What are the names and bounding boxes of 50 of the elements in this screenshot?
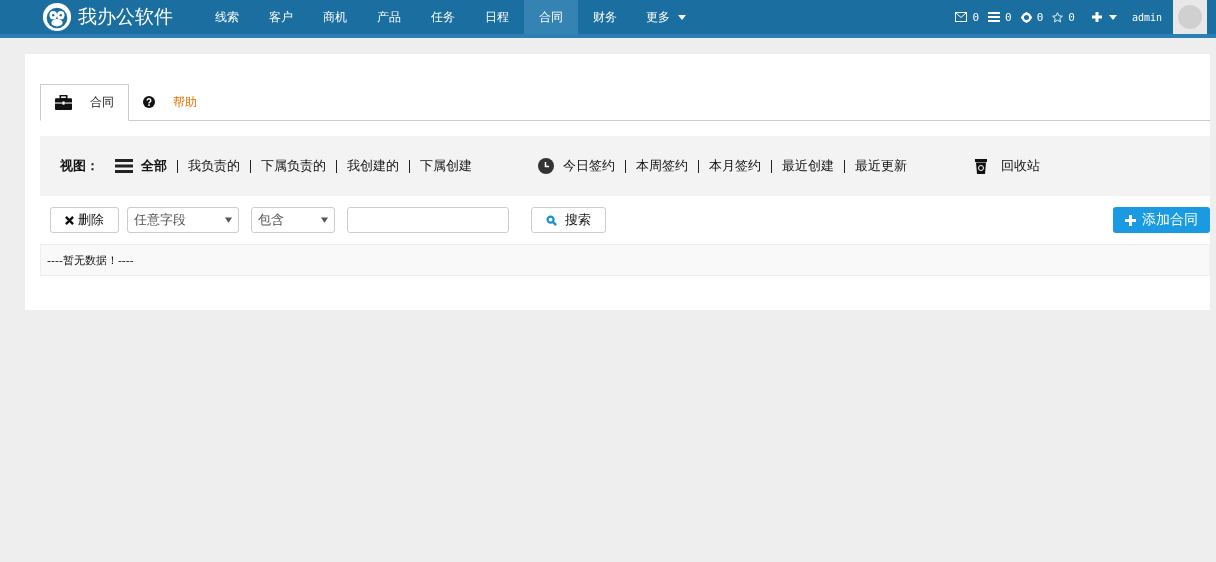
app-name: 我办公软件 (78, 4, 173, 29)
delete-button[interactable]: 删除 (50, 207, 119, 233)
count-label: 0 (1068, 10, 1075, 24)
search-button[interactable]: 搜索 (531, 207, 606, 233)
mail-icon[interactable] (955, 12, 968, 22)
view-filter-link[interactable]: 下属负责的 (261, 157, 326, 175)
caret-icon (225, 217, 232, 223)
plus-icon (1125, 214, 1136, 226)
nav-item[interactable]: 更多 (632, 0, 700, 34)
nav-item[interactable]: 线索 (200, 0, 254, 34)
nav-item[interactable]: 客户 (254, 0, 308, 34)
date-filter-link[interactable]: 最近创建 (782, 157, 834, 175)
search-field[interactable] (347, 207, 509, 233)
view-label: 视图： (60, 157, 99, 175)
search-icon (546, 214, 557, 226)
recycle-bin-link[interactable]: 回收站 (1001, 157, 1040, 175)
plus-icon[interactable] (1091, 12, 1102, 22)
empty-message: ----暂无数据！---- (47, 252, 134, 268)
briefcase-icon (55, 95, 72, 110)
date-filter-link[interactable]: 最近更新 (855, 157, 907, 175)
crosshair-icon[interactable] (1020, 11, 1032, 23)
nav-item[interactable]: 合同 (524, 0, 578, 34)
nav-item[interactable]: 产品 (362, 0, 416, 34)
menu-icon (115, 159, 133, 173)
view-filter-link[interactable]: 全部 (141, 157, 167, 175)
date-filter-link[interactable]: 今日签约 (563, 157, 615, 175)
caret-icon[interactable] (1108, 14, 1117, 20)
view-filter-link[interactable]: 我负责的 (188, 157, 240, 175)
caret-icon (321, 217, 328, 223)
count-label: 0 (1005, 10, 1012, 24)
close-icon (65, 215, 74, 225)
nav-item[interactable]: 商机 (308, 0, 362, 34)
clock-icon (538, 158, 554, 174)
condition-select[interactable]: 包含 (251, 207, 335, 233)
star-icon[interactable] (1052, 11, 1064, 23)
user-name[interactable]: admin (1131, 11, 1162, 23)
view-filter-link[interactable]: 下属创建 (420, 157, 472, 175)
count-label: 0 (972, 10, 979, 24)
field-select[interactable]: 任意字段 (127, 207, 239, 233)
trash-icon (975, 158, 987, 174)
nav-item[interactable]: 财务 (578, 0, 632, 34)
list-icon[interactable] (988, 12, 1000, 22)
count-label: 0 (1036, 10, 1044, 24)
nav-item[interactable]: 任务 (416, 0, 470, 34)
nav-item[interactable]: 日程 (470, 0, 524, 34)
view-filter-link[interactable]: 我创建的 (347, 157, 399, 175)
date-filter-link[interactable]: 本月签约 (709, 157, 761, 175)
help-icon (143, 96, 155, 108)
date-filter-link[interactable]: 本周签约 (636, 157, 688, 175)
tab[interactable]: 合同 (40, 84, 129, 121)
